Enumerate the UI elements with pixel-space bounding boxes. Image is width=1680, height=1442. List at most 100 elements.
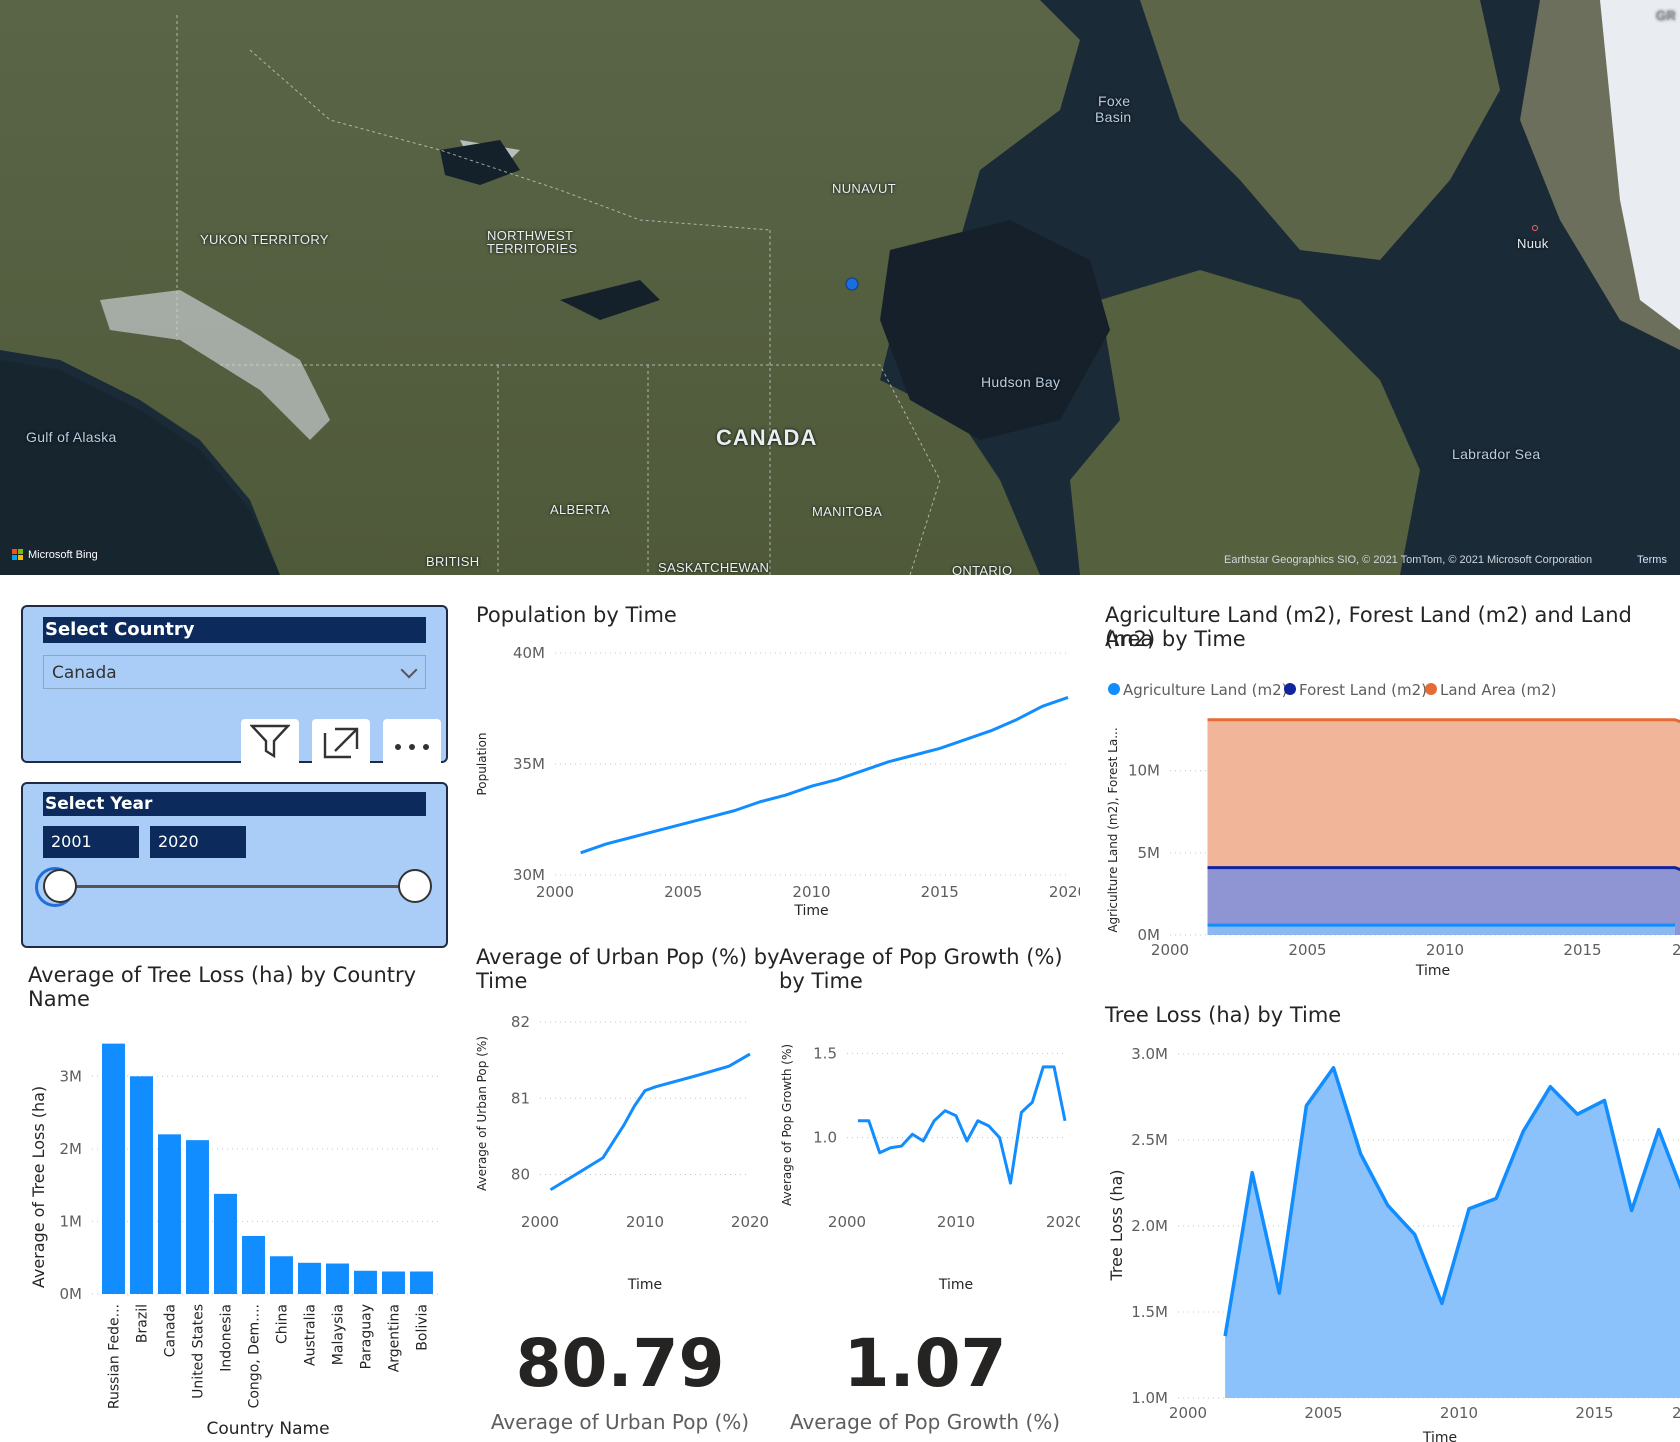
y-axis-title: Average of Tree Loss (ha)	[29, 1086, 48, 1288]
series-line	[580, 695, 1069, 855]
x-tick-label: 2015	[921, 883, 959, 901]
legend-marker	[1108, 683, 1120, 695]
treeloss-area	[1225, 1067, 1680, 1398]
x-category-label: Brazil	[134, 1304, 150, 1343]
country-dropdown-value: Canada	[52, 663, 117, 683]
year-slider-start-handle[interactable]	[43, 869, 77, 903]
urban-title-1: Average of Urban Pop (%) by	[476, 945, 780, 969]
y-tick-label: 2.5M	[1131, 1131, 1168, 1149]
map-label-nwt-2: TERRITORIES	[487, 241, 578, 256]
more-options-icon	[395, 744, 429, 750]
y-tick-label: 80	[511, 1166, 530, 1184]
filter-icon	[250, 724, 290, 759]
x-axis-title: Time	[1415, 963, 1450, 979]
bar	[354, 1270, 377, 1294]
x-category-label: Paraguay	[358, 1304, 374, 1369]
y-tick-label: 2.0M	[1131, 1217, 1168, 1235]
tree-by-country-chart: 0M 1M 2M 3M Russian Fede... Brazil Canada Unite…	[29, 1043, 440, 1439]
x-tick-label: 2010	[626, 1213, 664, 1231]
population-chart: 30M 35M 40M 2000 2005 2010 2015 2020 Time Populat…	[475, 644, 1080, 919]
map-label-nunavut: NUNAVUT	[832, 181, 896, 196]
year-slider-track[interactable]	[61, 885, 413, 888]
growth-title-1: Average of Pop Growth (%)	[779, 945, 1063, 969]
x-tick-label: 2010	[792, 883, 830, 901]
series-line	[549, 1052, 751, 1192]
map-terms-link[interactable]: Terms	[1637, 554, 1667, 566]
map-label-ontario: ONTARIO	[952, 563, 1013, 575]
year-end-input[interactable]: 2020	[150, 826, 246, 858]
bar	[102, 1043, 125, 1294]
map-terrain	[0, 0, 1680, 575]
y-tick-label: 5M	[1138, 844, 1161, 862]
urban-card-value: 80.79	[515, 1325, 725, 1402]
map-label-labrador: Labrador Sea	[1452, 446, 1541, 462]
bing-label: Microsoft Bing	[28, 549, 98, 561]
y-tick-label: 3M	[60, 1067, 83, 1085]
treeloss-title: Tree Loss (ha) by Time	[1105, 1003, 1342, 1027]
legend-label: Land Area (m2)	[1440, 681, 1557, 699]
map-label-canada: CANADA	[716, 425, 818, 450]
map-label-nuuk: Nuuk	[1517, 236, 1549, 251]
map-label-gulf-alaska: Gulf of Alaska	[26, 429, 117, 445]
x-tick-label: 20	[1672, 1404, 1680, 1422]
y-axis-title: Average of Urban Pop (%)	[475, 1036, 489, 1191]
bar	[410, 1271, 433, 1294]
y-tick-label: 81	[511, 1089, 530, 1107]
focus-mode-button[interactable]	[312, 719, 370, 763]
y-tick-label: 1M	[60, 1212, 83, 1230]
map-label-foxe-1: Foxe	[1098, 93, 1131, 109]
more-options-button[interactable]	[383, 719, 441, 763]
y-tick-label: 3.0M	[1131, 1045, 1168, 1063]
x-category-label: Australia	[302, 1304, 318, 1366]
y-tick-label: 10M	[1128, 762, 1160, 780]
bar	[326, 1263, 349, 1294]
land-title-2: (m2) by Time	[1105, 627, 1246, 651]
bing-logo: Microsoft Bing	[12, 549, 98, 561]
x-tick-label: 2010	[1426, 941, 1464, 959]
y-tick-label: 35M	[513, 755, 545, 773]
growth-card-value: 1.07	[843, 1325, 1007, 1402]
legend-marker	[1425, 683, 1437, 695]
urban-chart: 80 81 82 2000 2010 2020 Time Average of Urban P…	[475, 1013, 769, 1293]
year-slicer-header: Select Year	[43, 792, 426, 816]
filter-button[interactable]	[241, 719, 299, 763]
x-category-label: China	[274, 1304, 290, 1344]
bar	[130, 1076, 153, 1294]
map-label-saskatchewan: SASKATCHEWAN	[658, 560, 770, 575]
land-area-area	[1207, 719, 1680, 870]
x-axis-title: Time	[793, 903, 828, 919]
growth-card-label: Average of Pop Growth (%)	[789, 1410, 1061, 1434]
country-dropdown[interactable]: Canada	[43, 655, 426, 689]
map-visual[interactable]: YUKON TERRITORY NORTHWEST TERRITORIES NU…	[0, 0, 1680, 575]
y-tick-label: 40M	[513, 644, 545, 662]
focus-mode-icon	[323, 727, 359, 759]
x-category-label: Argentina	[386, 1304, 402, 1372]
y-tick-label: 1.0	[813, 1129, 837, 1147]
y-tick-label: 2M	[60, 1140, 83, 1158]
year-slider-end-handle[interactable]	[398, 869, 432, 903]
x-category-label: Canada	[162, 1304, 178, 1357]
x-tick-label: 2000	[536, 883, 574, 901]
tree-by-country-title-1: Average of Tree Loss (ha) by Country	[28, 963, 417, 987]
location-marker[interactable]	[845, 277, 859, 291]
legend-label: Agriculture Land (m2)	[1123, 681, 1287, 699]
urban-title-2: Time	[476, 969, 528, 993]
y-axis-title: Tree Loss (ha)	[1107, 1169, 1126, 1281]
x-tick-label: 2005	[1304, 1404, 1342, 1422]
bar	[298, 1262, 321, 1294]
y-axis-title: Agriculture Land (m2), Forest La...	[1106, 727, 1120, 932]
x-tick-label: 2010	[937, 1213, 975, 1231]
x-tick-label: 2015	[1563, 941, 1601, 959]
bar	[270, 1256, 293, 1294]
legend-label: Forest Land (m2)	[1299, 681, 1427, 699]
x-category-label: Russian Fede...	[106, 1304, 122, 1409]
y-tick-label: 1.5M	[1131, 1303, 1168, 1321]
x-category-label: Bolivia	[414, 1304, 430, 1351]
windows-logo-icon	[12, 549, 23, 560]
y-axis-title: Average of Pop Growth (%)	[780, 1044, 794, 1206]
y-axis-title: Population	[475, 732, 489, 795]
chevron-down-icon	[400, 661, 418, 679]
bar	[242, 1235, 265, 1294]
y-tick-label: 0M	[60, 1285, 83, 1303]
year-start-input[interactable]: 2001	[43, 826, 139, 858]
